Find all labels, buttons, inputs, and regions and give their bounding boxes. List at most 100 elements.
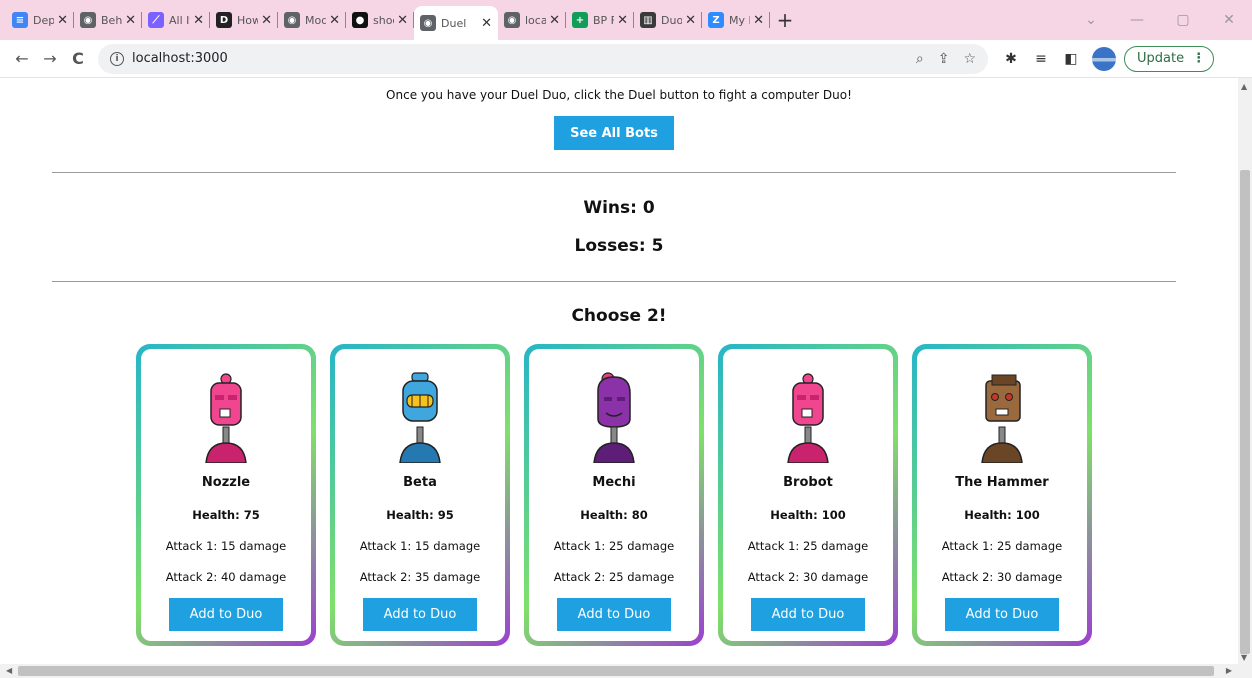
add-to-duo-button[interactable]: Add to Duo [751,598,865,631]
browser-tab[interactable]: ◉ Duel ✕ [414,6,498,40]
globe-icon: ◉ [80,12,96,28]
scroll-down-icon[interactable]: ▼ [1241,653,1247,662]
profile-avatar[interactable] [1092,46,1116,71]
tab-close-icon[interactable]: ✕ [57,13,68,28]
bot-health: Health: 100 [770,508,846,522]
extensions-icon[interactable]: ✱ [998,51,1024,67]
browser-tab[interactable]: ● shod✕ [346,0,414,40]
minimize-icon[interactable]: — [1114,12,1160,28]
vertical-scrollbar[interactable]: ▲ ▼ [1238,78,1252,664]
losses-count: Losses: 5 [574,236,664,256]
tab-close-icon[interactable]: ✕ [753,13,764,28]
browser-tab[interactable]: + BP Fc✕ [566,0,634,40]
update-label: Update [1137,51,1185,66]
robot-icon [778,371,838,464]
zoom-icon[interactable]: ⌕ [916,51,924,67]
side-panel-icon[interactable]: ◧ [1058,51,1084,67]
tab-label: Duel [441,16,467,30]
bot-card-body: Nozzle Health: 75 Attack 1: 15 damage At… [141,349,311,641]
bot-attack-1: Attack 1: 25 damage [553,539,675,553]
robot-icon [972,371,1032,464]
pen-icon: ⟋ [148,12,164,28]
horizontal-scrollbar[interactable]: ◀ ▶ [0,664,1252,678]
tab-close-icon[interactable]: ✕ [685,13,696,28]
tab-search-icon[interactable]: ⌄ [1068,12,1114,28]
tab-close-icon[interactable]: ✕ [329,13,340,28]
restore-icon[interactable]: ▢ [1160,12,1206,28]
bot-attack-2: Attack 2: 30 damage [941,570,1063,584]
add-to-duo-button[interactable]: Add to Duo [363,598,477,631]
bot-name: Nozzle [201,475,251,490]
tab-close-icon[interactable]: ✕ [397,13,408,28]
tab-close-icon[interactable]: ✕ [125,13,136,28]
bot-card-body: Beta Health: 95 Attack 1: 15 damage Atta… [335,349,505,641]
scroll-left-icon[interactable]: ◀ [6,666,12,675]
forward-icon[interactable]: → [36,49,64,68]
bot-health: Health: 95 [386,508,454,522]
tab-label: BP Fc [593,13,615,27]
browser-tab[interactable]: ◉ Mod ✕ [278,0,346,40]
new-tab-button[interactable]: + [770,0,800,40]
plus-icon: + [776,8,794,32]
tab-list: ≡Depl✕◉Beha✕⟋All It✕DHow✕◉Mod✕●shod✕◉Due… [6,0,770,40]
tab-close-icon[interactable]: ✕ [193,13,204,28]
media-icon[interactable]: ≡ [1028,51,1054,67]
bot-attack-2: Attack 2: 40 damage [165,570,287,584]
update-button[interactable]: Update ⋮ [1124,45,1215,72]
tab-label: My N [729,13,750,27]
browser-tab[interactable]: D How ✕ [210,0,278,40]
tab-close-icon[interactable]: ✕ [549,13,560,28]
tab-close-icon[interactable]: ✕ [481,16,492,31]
scroll-right-icon[interactable]: ▶ [1226,666,1232,675]
bot-attack-1: Attack 1: 15 damage [165,539,287,553]
divider [52,172,1176,173]
robot-icon [196,371,256,464]
address-bar[interactable]: i localhost:3000 ⌕ ⇪ ☆ [98,43,988,74]
docs-icon: ≡ [12,12,28,28]
share-icon[interactable]: ⇪ [938,51,950,67]
globe-icon: ◉ [284,12,300,28]
scroll-up-icon[interactable]: ▲ [1241,82,1247,91]
add-to-duo-button[interactable]: Add to Duo [945,598,1059,631]
reload-icon[interactable]: C [64,49,92,68]
add-to-duo-button[interactable]: Add to Duo [557,598,671,631]
bot-name: Mechi [592,475,636,490]
tab-label: shod [373,13,394,27]
tab-label: Mod [305,13,327,27]
browser-toolbar: ← → C i localhost:3000 ⌕ ⇪ ☆ ✱ ≡ ◧ Updat… [0,40,1252,78]
bot-attack-1: Attack 1: 25 damage [747,539,869,553]
bot-health: Health: 80 [580,508,648,522]
see-all-bots-button[interactable]: See All Bots [554,116,674,150]
back-icon[interactable]: ← [8,49,36,68]
bot-card: Nozzle Health: 75 Attack 1: 15 damage At… [136,344,316,646]
browser-tab[interactable]: ≡ Depl✕ [6,0,74,40]
info-icon[interactable]: i [110,51,124,66]
browser-tab[interactable]: ⟋ All It✕ [142,0,210,40]
bot-name: The Hammer [955,475,1049,490]
vertical-scroll-thumb[interactable] [1240,170,1250,654]
browser-tab[interactable]: ▥ Duo_✕ [634,0,702,40]
bot-attack-2: Attack 2: 30 damage [747,570,869,584]
browser-tab[interactable]: ◉ locall✕ [498,0,566,40]
bot-card: Brobot Health: 100 Attack 1: 25 damage A… [718,344,898,646]
tab-close-icon[interactable]: ✕ [261,13,272,28]
add-to-duo-button[interactable]: Add to Duo [169,598,283,631]
globe-icon: ◉ [420,15,436,31]
globe-icon: ◉ [504,12,520,28]
page-viewport: Once you have your Duel Duo, click the D… [0,78,1238,664]
browser-tab[interactable]: ◉ Beha✕ [74,0,142,40]
trello-icon: ▥ [640,12,656,28]
bot-card: Mechi Health: 80 Attack 1: 25 damage Att… [524,344,704,646]
github-icon: ● [352,12,368,28]
robot-icon [390,371,450,464]
bookmark-star-icon[interactable]: ☆ [963,51,976,67]
tab-label: Duo_ [661,13,683,27]
bot-card: Beta Health: 95 Attack 1: 15 damage Atta… [330,344,510,646]
bot-health: Health: 100 [964,508,1040,522]
browser-tab[interactable]: Z My N✕ [702,0,770,40]
horizontal-scroll-thumb[interactable] [18,666,1214,676]
tab-close-icon[interactable]: ✕ [617,13,628,28]
url-text[interactable]: localhost:3000 [132,51,902,66]
bot-name: Beta [403,475,437,490]
close-window-icon[interactable]: ✕ [1206,12,1252,28]
